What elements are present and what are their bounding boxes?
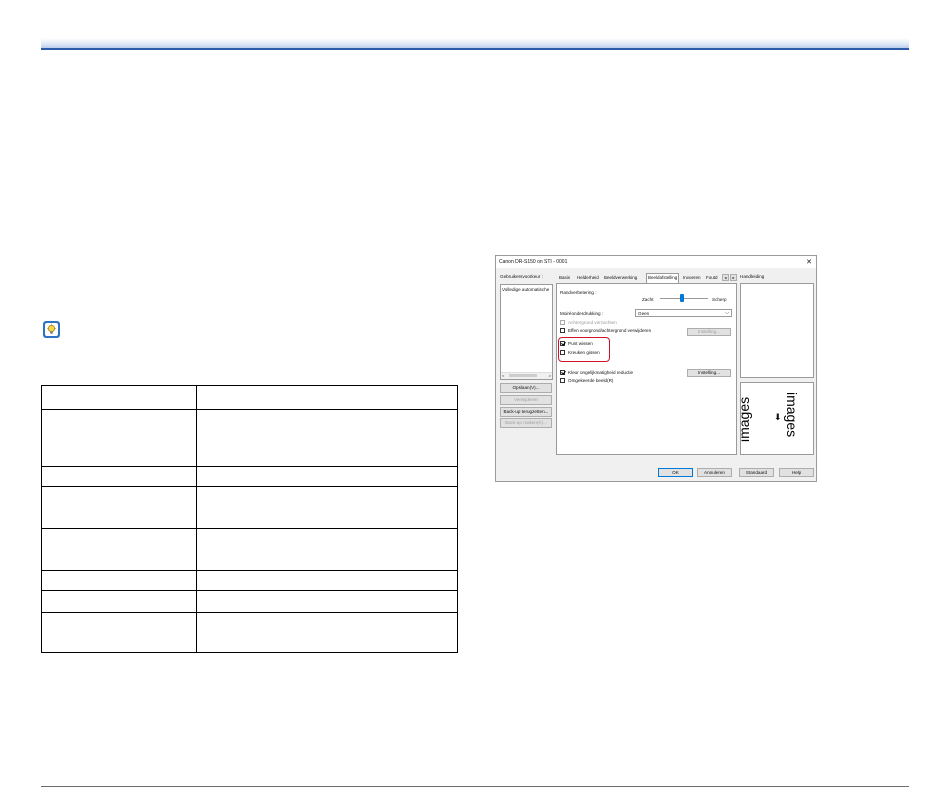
remove-shadow-checkbox[interactable] <box>560 328 565 333</box>
table-cell <box>196 409 458 467</box>
preview-panel: images images ⬇ <box>740 382 814 455</box>
user-settings-label: Gebruikersvoorkeur : <box>500 274 543 279</box>
settings-table <box>41 385 458 653</box>
color-settings-button[interactable]: Instelling... <box>687 369 731 377</box>
dialog-title: Canon DR-S150 on STI - 0001 <box>499 259 568 265</box>
delete-button[interactable]: Verwijderen <box>500 395 552 405</box>
table-row <box>41 590 458 613</box>
slider-thumb[interactable] <box>679 294 684 302</box>
table-row <box>41 466 458 487</box>
table-row <box>41 486 458 529</box>
close-icon[interactable]: ✕ <box>806 258 812 266</box>
color-unevenness-label: Kleur ongelijkmatigheid reductie <box>568 370 634 375</box>
save-button[interactable]: Opslaan(V)... <box>500 383 552 393</box>
ok-button[interactable]: OK <box>658 468 693 477</box>
manual-label: Handleiding <box>740 274 765 279</box>
table-row <box>41 528 458 571</box>
table-row <box>41 409 458 467</box>
inverted-image-checkbox[interactable] <box>560 378 565 383</box>
bg-smoothing-label: Achtergrond verzachten <box>568 320 617 325</box>
tab-scroll-right-icon[interactable]: ▸ <box>730 274 737 281</box>
table-cell <box>196 590 458 613</box>
help-button[interactable]: Help <box>779 468 814 477</box>
table-cell <box>41 612 197 653</box>
table-cell <box>41 466 197 487</box>
list-item[interactable]: Volledige automatische <box>502 287 550 292</box>
table-cell <box>196 385 458 410</box>
color-unevenness-checkbox[interactable] <box>560 370 565 375</box>
scroll-left-icon[interactable]: < <box>502 373 504 378</box>
highlight-frame <box>558 337 610 362</box>
header-rule <box>41 38 909 50</box>
table-cell <box>41 409 197 467</box>
footer-rule <box>41 786 909 787</box>
bg-smoothing-checkbox[interactable] <box>560 320 565 325</box>
tab-helderheid[interactable]: Helderheid <box>577 274 599 282</box>
table-cell <box>41 486 197 529</box>
table-cell <box>196 466 458 487</box>
user-settings-list[interactable]: Volledige automatische < > <box>500 284 553 380</box>
manual-panel <box>740 283 814 378</box>
cancel-button[interactable]: Annuleren <box>697 468 732 477</box>
table-cell <box>41 570 197 591</box>
tab-beeldverwerking[interactable]: Beeldverwerking <box>604 274 637 282</box>
table-cell <box>196 528 458 571</box>
table-cell <box>196 570 458 591</box>
shadow-settings-button[interactable]: Instelling... <box>687 328 731 336</box>
slider-max-label: Scherp <box>712 297 727 302</box>
chevron-down-icon: ⌵ <box>725 310 729 316</box>
table-row <box>41 570 458 591</box>
moire-label: Moiréonderdrukking : <box>560 311 604 316</box>
scanner-settings-dialog: Canon DR-S150 on STI - 0001 ✕ Gebruikers… <box>495 255 817 482</box>
dialog-titlebar: Canon DR-S150 on STI - 0001 ✕ <box>496 256 816 268</box>
scroll-right-icon[interactable]: > <box>549 373 551 378</box>
preview-text-after: images <box>741 397 752 442</box>
table-row <box>41 612 458 653</box>
scrollbar-thumb[interactable] <box>509 374 537 377</box>
inverted-image-label: Omgekeerde beeld(R) <box>568 378 614 383</box>
edge-emphasis-slider[interactable] <box>660 298 708 299</box>
create-backup-button[interactable]: Back-up maken(K)... <box>500 418 552 428</box>
edge-emphasis-label: Randverbetering : <box>560 290 597 295</box>
arrow-down-icon: ⬇ <box>774 412 782 422</box>
tab-invoeren[interactable]: Invoeren <box>683 274 701 282</box>
table-row <box>41 385 458 410</box>
table-cell <box>196 486 458 529</box>
table-cell <box>196 612 458 653</box>
tab-foutdetectie[interactable]: Foutd <box>706 274 718 282</box>
horizontal-scrollbar[interactable]: < > <box>501 372 552 379</box>
tab-basis[interactable]: Basis <box>559 274 570 282</box>
table-cell <box>41 528 197 571</box>
tab-content-panel: Randverbetering : Zacht Scherp Moiréonde… <box>556 283 737 455</box>
restore-backup-button[interactable]: Back-up terugzetten... <box>500 407 552 417</box>
tab-scroll-left-icon[interactable]: ◂ <box>722 274 729 281</box>
slider-min-label: Zacht <box>642 297 654 302</box>
lightbulb-icon <box>43 321 60 338</box>
moire-select-value: Geen <box>638 311 650 316</box>
moire-select[interactable]: Geen ⌵ <box>635 309 732 317</box>
remove-shadow-label: Effen voorgrond/achtergrond verwijderen <box>568 328 652 333</box>
default-button[interactable]: Standaard <box>739 468 774 477</box>
preview-text-before: images <box>784 392 800 437</box>
table-cell <box>41 590 197 613</box>
table-cell <box>41 385 197 410</box>
